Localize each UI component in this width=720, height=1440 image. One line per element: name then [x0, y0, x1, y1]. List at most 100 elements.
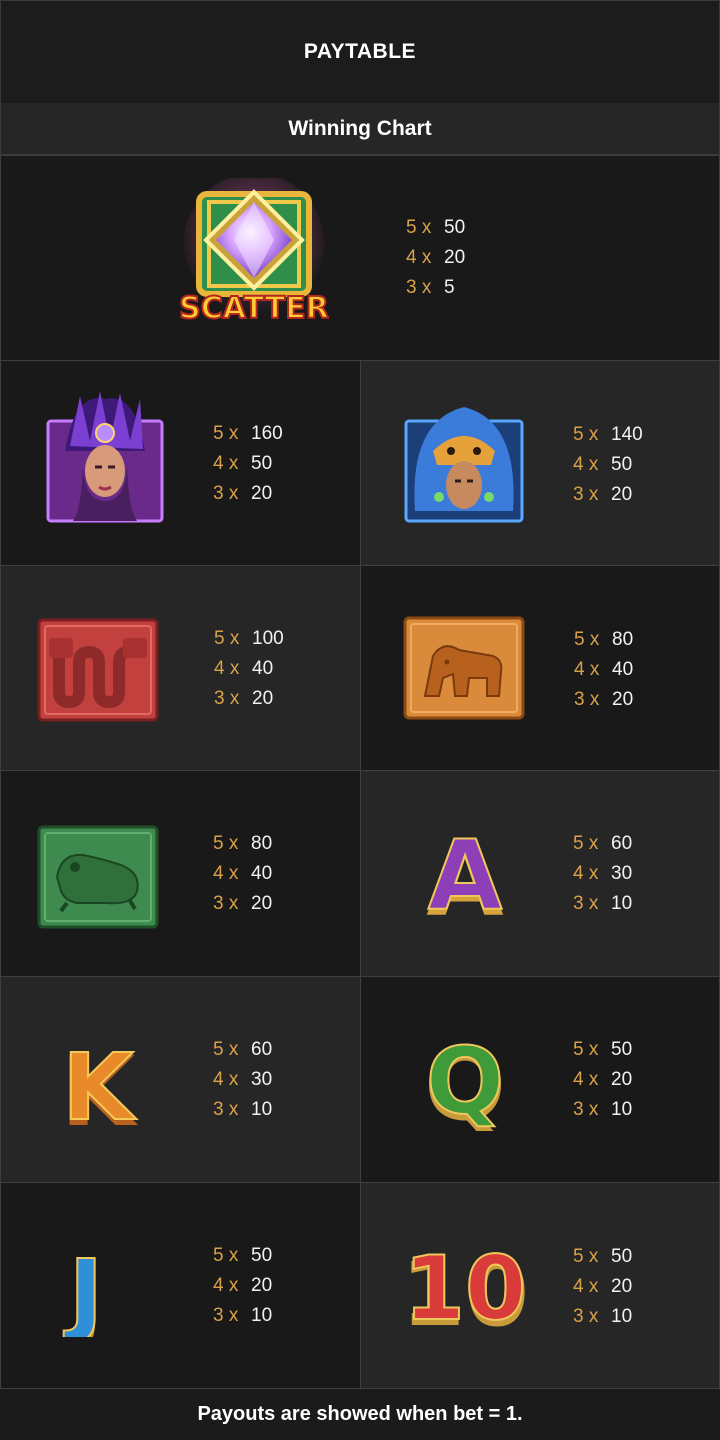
paylist: 5 x 160 4 x 50 3 x 20: [213, 419, 283, 509]
scatter-label: SCATTER: [179, 291, 329, 326]
pay-value: 20: [251, 483, 273, 504]
pay-multiplier: 3 x: [406, 277, 432, 298]
pay-row: 5 x 50: [213, 1241, 272, 1271]
paylist: 5 x 50 4 x 20 3 x 10: [573, 1035, 632, 1125]
payout-note-bar: Payouts are showed when bet = 1.: [0, 1388, 720, 1440]
pay-row: 4 x 40: [214, 654, 284, 684]
paylist: 5 x 140 4 x 50 3 x 20: [573, 420, 643, 510]
paylist: 5 x 50 4 x 20 3 x 10: [573, 1242, 632, 1332]
pay-value: 20: [611, 1069, 633, 1090]
pay-multiplier: 3 x: [574, 689, 600, 710]
letter-a-icon: A A: [426, 829, 503, 925]
payout-note: Payouts are showed when bet = 1.: [197, 1403, 523, 1425]
scatter-gem-icon: SCATTER: [179, 178, 329, 327]
pay-row: 3 x 5: [406, 273, 465, 303]
pay-row: 3 x 10: [573, 1302, 632, 1332]
pay-multiplier: 3 x: [213, 893, 239, 914]
pay-multiplier: 4 x: [213, 1069, 239, 1090]
symbol-cell-letter-k: K K 5 x 60 4 x 30 3 x 10: [0, 976, 361, 1183]
pay-row: 4 x 50: [213, 449, 283, 479]
pay-row: 5 x 140: [573, 420, 643, 450]
pay-row: 4 x 30: [213, 1065, 272, 1095]
pay-value: 30: [611, 863, 633, 884]
pay-multiplier: 5 x: [574, 629, 600, 650]
pay-value: 10: [611, 1306, 633, 1327]
pay-row: 5 x 80: [574, 625, 633, 655]
pay-multiplier: 4 x: [213, 1275, 239, 1296]
pay-multiplier: 3 x: [573, 484, 599, 505]
pay-row: 5 x 100: [214, 624, 284, 654]
pay-value: 80: [251, 833, 273, 854]
pay-value: 20: [612, 689, 634, 710]
pay-multiplier: 5 x: [214, 628, 240, 649]
pay-value: 50: [611, 1246, 633, 1267]
pay-row: 4 x 20: [573, 1065, 632, 1095]
pay-row: 4 x 50: [573, 450, 643, 480]
pay-multiplier: 3 x: [214, 688, 240, 709]
scatter-paylist: 5 x 50 4 x 20 3 x 5: [406, 213, 465, 303]
pay-multiplier: 3 x: [213, 1099, 239, 1120]
pay-value: 10: [611, 893, 633, 914]
paylist: 5 x 60 4 x 30 3 x 10: [213, 1035, 272, 1125]
pay-row: 5 x 60: [573, 829, 632, 859]
pay-row: 3 x 20: [574, 685, 633, 715]
pay-row: 3 x 20: [213, 889, 272, 919]
pay-value: 20: [251, 1275, 273, 1296]
winning-chart-title: Winning Chart: [288, 116, 432, 140]
pay-row: 3 x 10: [573, 1095, 632, 1125]
pay-value: 20: [252, 688, 274, 709]
pay-row: 4 x 40: [574, 655, 633, 685]
pay-value: 20: [251, 893, 273, 914]
paylist: 5 x 50 4 x 20 3 x 10: [213, 1241, 272, 1331]
pay-multiplier: 3 x: [573, 1306, 599, 1327]
pay-multiplier: 4 x: [573, 1276, 599, 1297]
jaguar-warrior-icon: [404, 407, 524, 523]
symbol-cell-jaguar-tablet: 5 x 80 4 x 40 3 x 20: [360, 565, 720, 771]
pay-row: 4 x 40: [213, 859, 272, 889]
pay-row: 3 x 20: [213, 479, 283, 509]
pay-multiplier: 4 x: [213, 863, 239, 884]
pay-row: 3 x 10: [573, 889, 632, 919]
letter-j-glyph: J: [63, 1243, 103, 1337]
symbol-cell-letter-j: J J 5 x 50 4 x 20 3 x 10: [0, 1182, 361, 1389]
pay-value: 10: [251, 1099, 273, 1120]
pay-value: 20: [611, 1276, 633, 1297]
pay-value: 40: [251, 863, 273, 884]
pay-multiplier: 4 x: [573, 454, 599, 475]
number-ten-glyph: 10: [405, 1237, 525, 1335]
paylist: 5 x 80 4 x 40 3 x 20: [213, 829, 272, 919]
pay-multiplier: 5 x: [573, 1039, 599, 1060]
pay-value: 50: [251, 1245, 273, 1266]
symbol-cell-letter-q: Q Q 5 x 50 4 x 20 3 x 10: [360, 976, 720, 1183]
number-ten-icon: 10 10: [405, 1236, 525, 1335]
pay-row: 5 x 50: [573, 1242, 632, 1272]
pay-multiplier: 4 x: [213, 453, 239, 474]
letter-k-glyph: K: [62, 1037, 137, 1131]
letter-q-icon: Q Q: [424, 1031, 506, 1131]
paylist: 5 x 100 4 x 40 3 x 20: [214, 624, 284, 714]
pay-value: 20: [444, 247, 466, 268]
pay-value: 5: [444, 277, 455, 298]
pay-row: 4 x 20: [406, 243, 465, 273]
pay-multiplier: 3 x: [213, 1305, 239, 1326]
pay-multiplier: 4 x: [573, 863, 599, 884]
pay-value: 140: [611, 424, 643, 445]
pay-row: 5 x 50: [406, 213, 465, 243]
pay-value: 60: [251, 1039, 273, 1060]
paytable-header: PAYTABLE: [0, 0, 720, 104]
letter-j-icon: J J: [62, 1243, 104, 1337]
pay-value: 100: [252, 628, 284, 649]
pay-value: 80: [612, 629, 634, 650]
pay-row: 4 x 20: [573, 1272, 632, 1302]
paytable-page: PAYTABLE Winning Chart SCATTER 5 x 50 4 …: [0, 0, 720, 1440]
pay-row: 4 x 30: [573, 859, 632, 889]
pay-value: 40: [252, 658, 274, 679]
pay-value: 50: [611, 1039, 633, 1060]
pay-value: 60: [611, 833, 633, 854]
pay-multiplier: 5 x: [213, 1245, 239, 1266]
symbol-cell-frog-tablet: 5 x 80 4 x 40 3 x 20: [0, 770, 361, 977]
pay-value: 20: [611, 484, 633, 505]
symbol-cell-letter-a: A A 5 x 60 4 x 30 3 x 10: [360, 770, 720, 977]
frog-tablet-icon: [37, 825, 159, 929]
warrior-woman-icon: [46, 391, 164, 523]
